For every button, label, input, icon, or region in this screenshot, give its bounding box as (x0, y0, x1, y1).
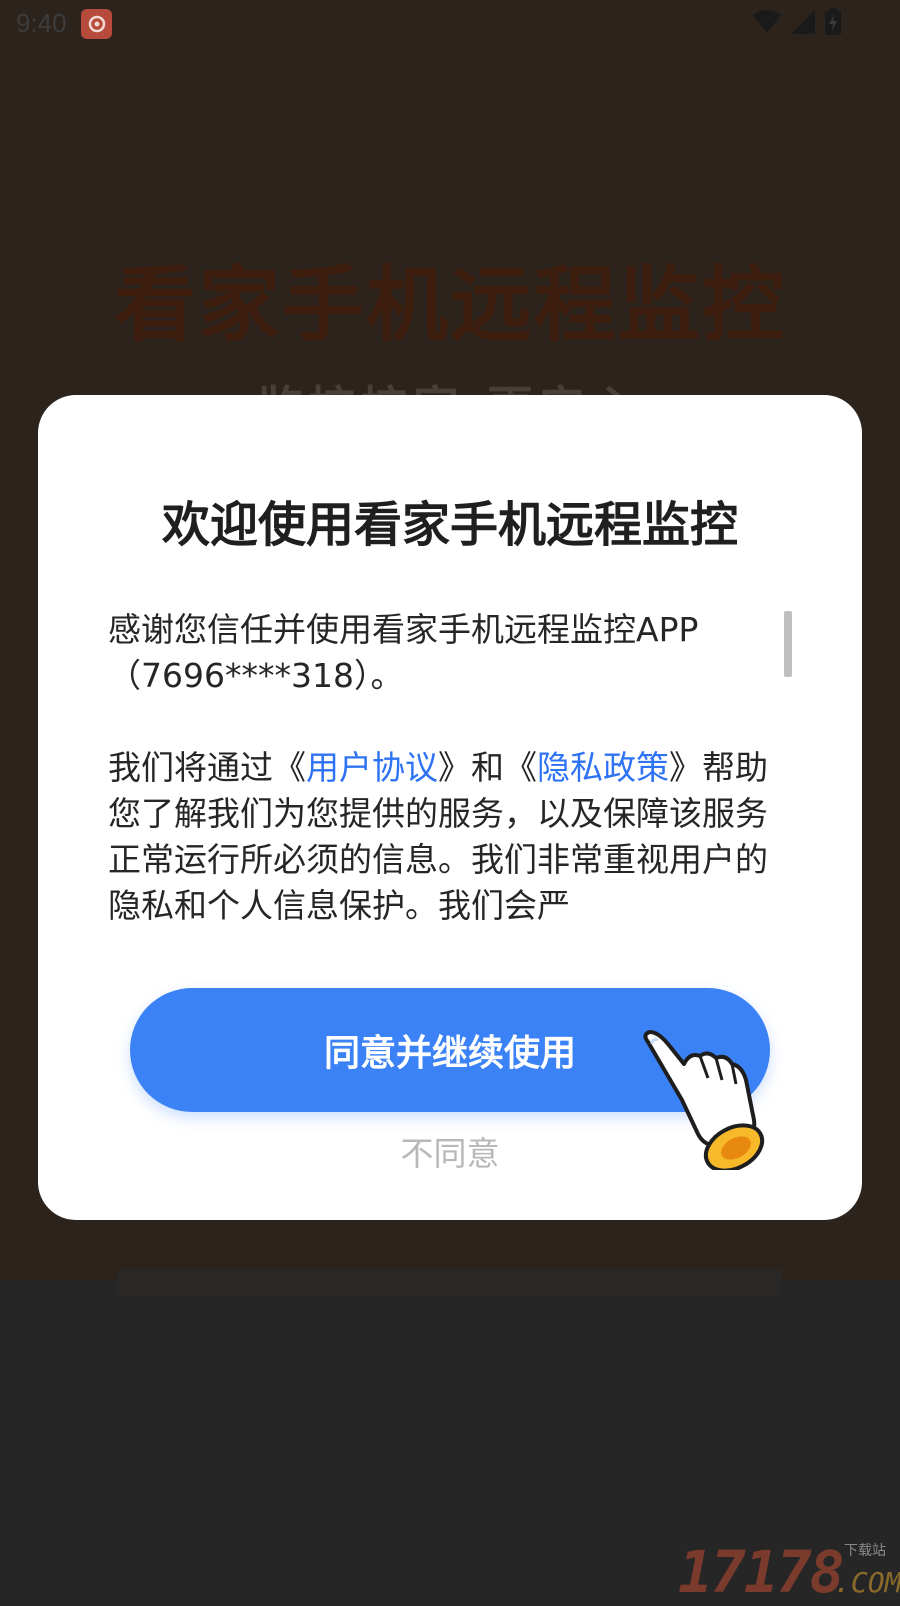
app-notification-icon (81, 9, 112, 39)
watermark-small-text: 下载站 (844, 1543, 886, 1559)
intro-paragraph: 感谢您信任并使用看家手机远程监控APP（7696****318）。 (108, 610, 699, 695)
background-app-title: 看家手机远程监控 (113, 258, 786, 353)
status-bar: 9:40 (0, 0, 900, 48)
paragraph-prefix: 我们将通过《 (108, 748, 306, 787)
dialog-body[interactable]: 感谢您信任并使用看家手机远程监控APP（7696****318）。 我们将通过《… (108, 607, 788, 925)
user-agreement-link[interactable]: 用户协议 (306, 748, 438, 787)
privacy-policy-link[interactable]: 隐私政策 (537, 748, 669, 787)
status-time: 9:40 (16, 8, 67, 38)
dialog-title: 欢迎使用看家手机远程监控 (161, 497, 738, 553)
cellular-signal-icon (790, 9, 816, 39)
wifi-icon (752, 9, 782, 39)
site-watermark: 17178 下载站 .COM (678, 1538, 900, 1606)
paragraph-mid: 》和《 (438, 748, 537, 787)
status-icons (752, 8, 842, 40)
background-strip (118, 1270, 782, 1296)
disagree-button[interactable]: 不同意 (38, 1127, 862, 1175)
watermark-digits: 17178 (678, 1538, 845, 1606)
agreement-paragraph: 我们将通过《用户协议》和《隐私政策》帮助您了解我们为您提供的服务，以及保障该服务… (108, 745, 788, 925)
privacy-dialog: 欢迎使用看家手机远程监控 感谢您信任并使用看家手机远程监控APP（7696***… (38, 395, 862, 1220)
battery-charging-icon (824, 8, 842, 40)
scrollbar-thumb[interactable] (784, 611, 792, 677)
watermark-domain: .COM (834, 1566, 900, 1599)
